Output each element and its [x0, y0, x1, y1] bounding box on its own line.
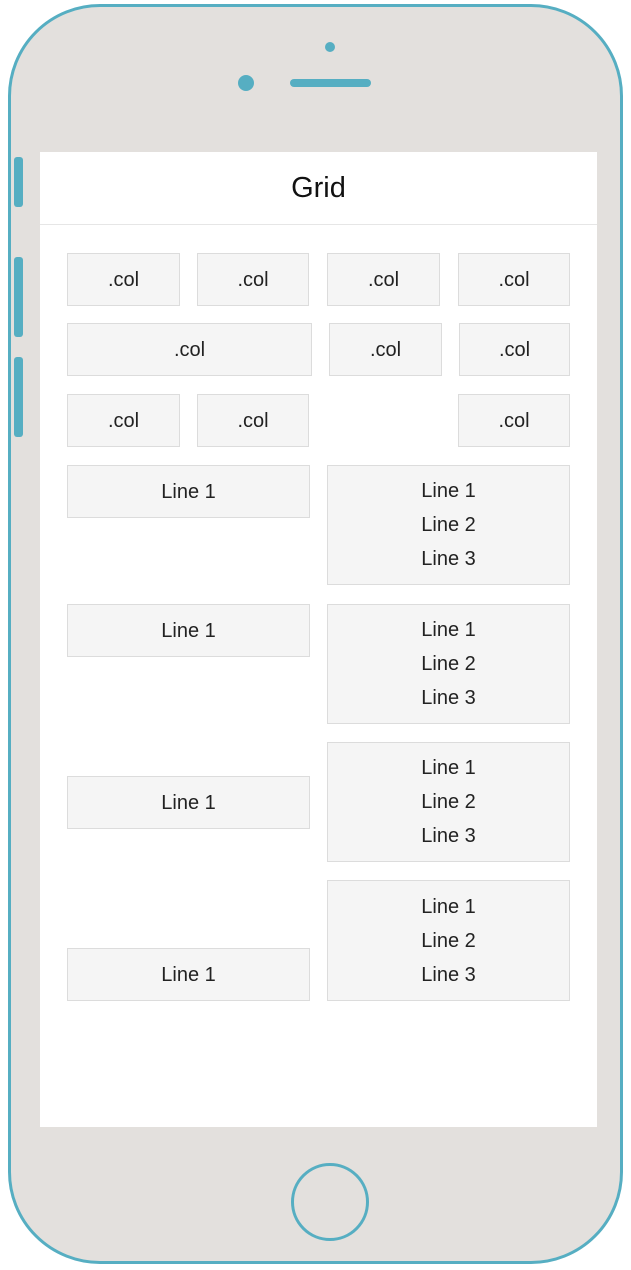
grid-col-right: Line 1 Line 2 Line 3: [327, 742, 570, 862]
grid-col-left: Line 1: [67, 465, 310, 518]
volume-up-button: [14, 257, 23, 337]
page-title: Grid: [291, 171, 346, 204]
grid-col-left: Line 1: [67, 776, 310, 829]
grid-col: .col: [459, 323, 570, 376]
grid-col: .col: [327, 253, 440, 306]
home-button[interactable]: [291, 1163, 369, 1241]
grid-col: .col: [458, 394, 570, 447]
camera-icon: [325, 42, 335, 52]
grid-col: .col: [67, 253, 180, 306]
grid-col-right: Line 1 Line 2 Line 3: [327, 604, 570, 724]
speaker-grille: [290, 79, 371, 87]
grid-col: .col: [197, 394, 309, 447]
grid-col: .col: [458, 253, 570, 306]
mute-switch: [14, 157, 23, 207]
navbar: Grid: [40, 152, 597, 225]
grid-col: .col: [329, 323, 442, 376]
grid-col-right: Line 1 Line 2 Line 3: [327, 880, 570, 1001]
grid-col-left: Line 1: [67, 604, 310, 657]
grid-col: .col: [67, 394, 180, 447]
grid-col-right: Line 1 Line 2 Line 3: [327, 465, 570, 585]
grid-col: .col: [67, 323, 312, 376]
grid-col-left: Line 1: [67, 948, 310, 1001]
grid-col: .col: [197, 253, 309, 306]
app-screen: Grid .col .col .col .col .col .col .col …: [40, 152, 597, 1127]
volume-down-button: [14, 357, 23, 437]
sensor-icon: [238, 75, 254, 91]
